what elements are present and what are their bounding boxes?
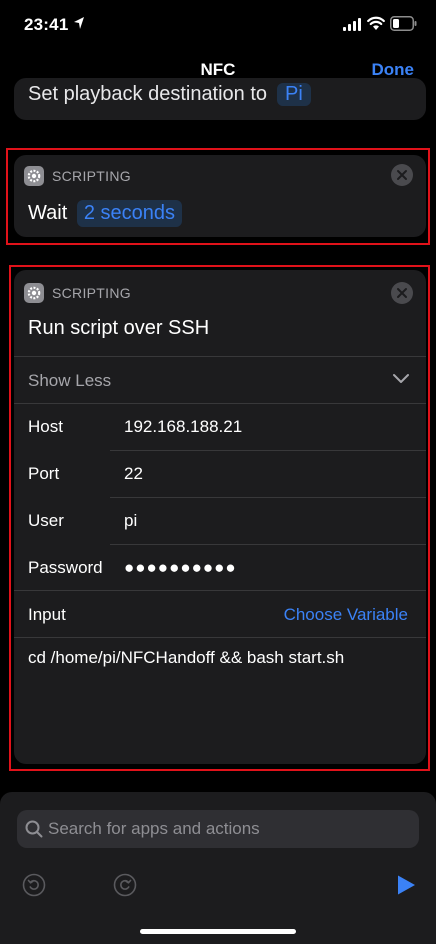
- battery-icon: [390, 16, 417, 31]
- home-indicator: [140, 929, 296, 934]
- divider: [110, 450, 426, 451]
- close-icon[interactable]: [391, 282, 413, 304]
- host-field[interactable]: 192.168.188.21: [124, 417, 242, 437]
- gear-icon: [24, 166, 44, 186]
- user-field[interactable]: pi: [124, 511, 137, 531]
- script-editor[interactable]: cd /home/pi/NFCHandoff && bash start.sh: [28, 648, 344, 668]
- action-text: Set playback destination to Pi: [28, 83, 311, 106]
- play-icon[interactable]: [396, 874, 416, 896]
- search-placeholder: Search for apps and actions: [48, 819, 260, 838]
- wifi-icon: [367, 16, 385, 30]
- location-arrow-icon: [74, 17, 84, 29]
- duration-token[interactable]: 2 seconds: [76, 200, 182, 227]
- action-title: Run script over SSH: [28, 317, 210, 339]
- close-icon[interactable]: [391, 164, 413, 186]
- show-less-toggle[interactable]: Show Less: [28, 371, 111, 391]
- wait-action-card[interactable]: SCRIPTING Wait 2 seconds: [14, 155, 426, 237]
- playback-destination-action-card[interactable]: Set playback destination to Pi: [14, 78, 426, 120]
- action-label: Set playback destination to: [28, 83, 268, 105]
- password-label: Password: [28, 558, 103, 577]
- host-label: Host: [28, 417, 63, 436]
- category-label: SCRIPTING: [52, 285, 131, 301]
- search-input[interactable]: Search for apps and actions: [17, 810, 419, 848]
- divider: [14, 637, 426, 638]
- category-label: SCRIPTING: [52, 168, 131, 184]
- wait-row: Wait 2 seconds: [28, 200, 182, 227]
- divider: [110, 544, 426, 545]
- destination-token[interactable]: Pi: [277, 83, 311, 106]
- password-field[interactable]: ●●●●●●●●●●: [124, 558, 237, 578]
- undo-icon[interactable]: [22, 873, 46, 897]
- status-time: 23:41: [24, 15, 69, 34]
- chevron-down-icon[interactable]: [392, 371, 410, 385]
- divider: [14, 356, 426, 357]
- user-label: User: [28, 511, 64, 530]
- gear-icon: [24, 283, 44, 303]
- redo-icon[interactable]: [113, 873, 137, 897]
- choose-variable-button[interactable]: Choose Variable: [284, 605, 408, 625]
- divider: [14, 403, 426, 404]
- signal-icon: [343, 18, 361, 31]
- ssh-action-card[interactable]: SCRIPTING Run script over SSH Show Less …: [14, 270, 426, 764]
- input-label: Input: [28, 605, 66, 624]
- wait-label: Wait: [28, 202, 68, 224]
- status-bar: 23:41: [0, 0, 436, 50]
- port-field[interactable]: 22: [124, 464, 143, 484]
- action-search-sheet: Search for apps and actions: [0, 792, 436, 944]
- search-icon: [25, 820, 43, 838]
- port-label: Port: [28, 464, 60, 483]
- shortcut-editor-screen: 23:41 NFC Done Set playback destination …: [0, 0, 436, 944]
- done-button[interactable]: Done: [372, 60, 415, 80]
- divider: [110, 497, 426, 498]
- divider: [14, 590, 426, 591]
